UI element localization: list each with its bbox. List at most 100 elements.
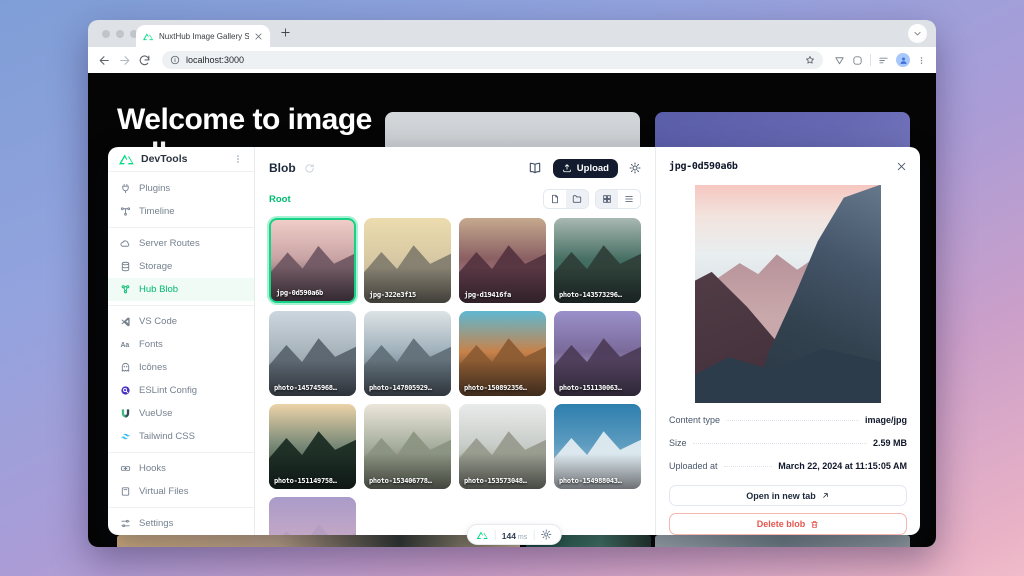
window-controls[interactable] xyxy=(102,30,138,38)
extensions-icon[interactable] xyxy=(852,55,863,66)
sidebar-item-timeline[interactable]: Timeline xyxy=(108,200,254,223)
browser-toolbar: localhost:3000 xyxy=(88,47,936,73)
sidebar-item-fonts[interactable]: AaFonts xyxy=(108,333,254,356)
sidebar-item-settings[interactable]: Settings xyxy=(108,512,254,535)
detail-row: Content typeimage/jpg xyxy=(669,409,907,432)
theme-toggle-sun-icon[interactable] xyxy=(629,162,641,174)
blob-tile-photo-147805929[interactable]: photo-147805929… xyxy=(364,311,451,396)
site-info-icon[interactable] xyxy=(170,55,180,65)
devtools-sidebar-header: DevTools xyxy=(108,147,254,172)
virtual-file-icon xyxy=(120,486,131,497)
detail-row: Uploaded at March 22, 2024 at 11:15:05 AM xyxy=(669,455,907,478)
cloud-icon xyxy=(120,238,131,249)
settings-icon xyxy=(120,518,131,529)
devtools-nav: PluginsTimeline Server RoutesStorageHub B… xyxy=(108,172,254,535)
address-bar[interactable]: localhost:3000 xyxy=(162,51,823,69)
sidebar-item-storage[interactable]: Storage xyxy=(108,255,254,278)
devtools-menu-button[interactable] xyxy=(233,154,243,164)
blob-tile-label: photo-145745968… xyxy=(274,384,337,392)
nuxt-timing-pill[interactable]: 144ms xyxy=(467,524,562,545)
sidebar-item-label: ESLint Config xyxy=(139,385,197,396)
blob-tile-photo-143573296[interactable]: photo-143573296… xyxy=(554,218,641,303)
breadcrumb-root[interactable]: Root xyxy=(269,194,291,205)
forward-button[interactable] xyxy=(118,54,131,67)
blob-tile[interactable] xyxy=(269,497,356,535)
browser-menu-button[interactable] xyxy=(917,56,926,65)
sidebar-item-hub-blob[interactable]: Hub Blob xyxy=(108,278,254,301)
back-button[interactable] xyxy=(98,54,111,67)
blob-tile-photo-153573048[interactable]: photo-153573048… xyxy=(459,404,546,489)
close-window-button[interactable] xyxy=(102,30,110,38)
sidebar-item-tailwind-css[interactable]: Tailwind CSS xyxy=(108,425,254,448)
upload-button[interactable]: Upload xyxy=(553,159,618,178)
blob-tile-photo-151149758[interactable]: photo-151149758… xyxy=(269,404,356,489)
heading-line1: Welcome to image xyxy=(117,103,372,137)
timing-value: 144 xyxy=(502,531,516,541)
detail-row-label: Size xyxy=(669,438,687,448)
sidebar-item-label: Hooks xyxy=(139,463,166,474)
page-content: Welcome to image gallery DevTools Plugin… xyxy=(88,73,936,547)
blob-preview-image xyxy=(695,185,881,403)
blob-header: Blob Upload xyxy=(269,156,641,180)
close-icon[interactable] xyxy=(896,161,907,172)
sidebar-item-label: Icônes xyxy=(139,362,167,373)
nuxt-icon xyxy=(477,529,489,541)
blob-tile-label: jpg-d19416fa xyxy=(464,291,511,299)
blob-tile-photo-154988043[interactable]: photo-154988043… xyxy=(554,404,641,489)
blob-tile-jpg-0d590a6b[interactable]: jpg-0d590a6b xyxy=(269,218,356,303)
docs-book-icon[interactable] xyxy=(528,161,542,175)
extension-panel-icon[interactable] xyxy=(878,55,889,66)
vueuse-icon xyxy=(120,408,131,419)
blob-tile-label: photo-150892356… xyxy=(464,384,527,392)
blob-tile-photo-145745968[interactable]: photo-145745968… xyxy=(269,311,356,396)
refresh-icon[interactable] xyxy=(304,163,315,174)
svg-text:Aa: Aa xyxy=(120,342,129,349)
sidebar-item-ic-nes[interactable]: Icônes xyxy=(108,356,254,379)
extension-triangle-icon[interactable] xyxy=(834,55,845,66)
blob-main: Blob Upload Root xyxy=(255,147,655,535)
sidebar-item-server-routes[interactable]: Server Routes xyxy=(108,232,254,255)
sidebar-item-virtual-files[interactable]: Virtual Files xyxy=(108,480,254,503)
database-icon xyxy=(120,261,131,272)
blob-tile-label: photo-154988043… xyxy=(559,477,622,485)
tab-close-icon[interactable] xyxy=(254,32,263,41)
browser-window: NuxtHub Image Gallery Starte localhost:3… xyxy=(88,20,936,547)
tab-search-button[interactable] xyxy=(908,24,927,43)
detail-row-value: 2.59 MB xyxy=(873,438,907,448)
blob-tile-jpg-d19416fa[interactable]: jpg-d19416fa xyxy=(459,218,546,303)
sidebar-item-hooks[interactable]: Hooks xyxy=(108,457,254,480)
bookmark-star-icon[interactable] xyxy=(805,55,815,65)
reload-button[interactable] xyxy=(138,54,151,67)
hub-icon xyxy=(120,284,131,295)
flat-view-button[interactable] xyxy=(544,190,566,208)
folder-view-button[interactable] xyxy=(566,190,588,208)
open-in-new-tab-button[interactable]: Open in new tab xyxy=(669,485,907,507)
sidebar-item-vueuse[interactable]: VueUse xyxy=(108,402,254,425)
plug-icon xyxy=(120,183,131,194)
eslint-icon xyxy=(120,385,131,396)
blob-grid: jpg-0d590a6bjpg-322e3f15 jpg-d19416fa phot… xyxy=(269,218,641,535)
blob-tile-photo-150892356[interactable]: photo-150892356… xyxy=(459,311,546,396)
detail-row-label: Uploaded at xyxy=(669,461,718,471)
profile-avatar[interactable] xyxy=(896,53,910,67)
list-view-button[interactable] xyxy=(618,190,640,208)
hook-icon xyxy=(120,463,131,474)
delete-blob-button[interactable]: Delete blob xyxy=(669,513,907,535)
vscode-icon xyxy=(120,316,131,327)
dotted-leader xyxy=(724,466,773,467)
minimize-window-button[interactable] xyxy=(116,30,124,38)
tailwind-icon xyxy=(120,431,131,442)
sidebar-item-vs-code[interactable]: VS Code xyxy=(108,310,254,333)
new-tab-button[interactable] xyxy=(280,27,291,38)
blob-tile-photo-153406778[interactable]: photo-153406778… xyxy=(364,404,451,489)
browser-tab[interactable]: NuxtHub Image Gallery Starte xyxy=(136,25,270,47)
toolbar-divider xyxy=(870,54,871,66)
chevron-down-icon xyxy=(913,29,922,38)
detail-row-value: March 22, 2024 at 11:15:05 AM xyxy=(778,461,907,471)
sidebar-item-plugins[interactable]: Plugins xyxy=(108,177,254,200)
grid-view-button[interactable] xyxy=(596,190,618,208)
gear-icon[interactable] xyxy=(540,529,551,540)
blob-tile-jpg-322e3f15[interactable]: jpg-322e3f15 xyxy=(364,218,451,303)
sidebar-item-eslint-config[interactable]: ESLint Config xyxy=(108,379,254,402)
blob-tile-photo-151130063[interactable]: photo-151130063… xyxy=(554,311,641,396)
